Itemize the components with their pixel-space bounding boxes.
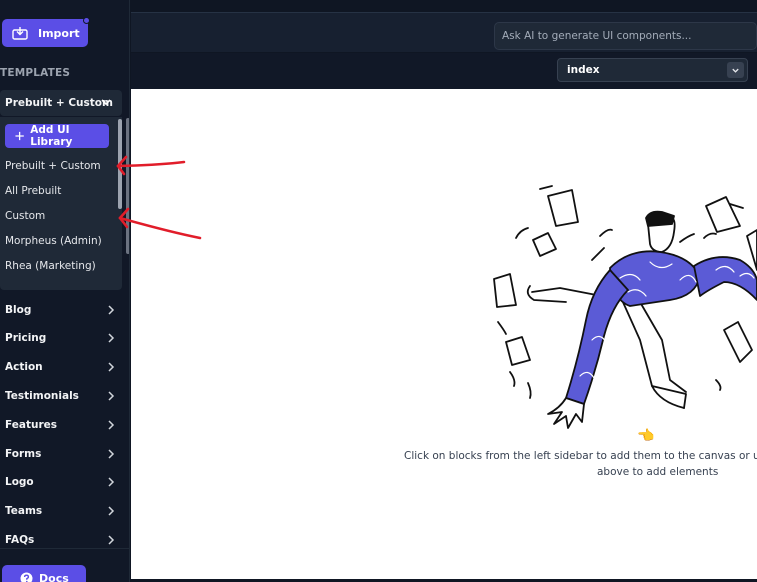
chevron-right-icon [108, 305, 115, 315]
dropdown-item-prebuilt-custom[interactable]: Prebuilt + Custom [5, 160, 101, 172]
chevron-right-icon [108, 449, 115, 459]
page-select-toggle[interactable] [727, 62, 744, 78]
category-pricing[interactable]: Pricing [0, 327, 122, 349]
page-select-value: index [567, 64, 600, 76]
docs-button[interactable]: Docs [2, 565, 86, 582]
category-blog[interactable]: Blog [0, 299, 122, 321]
dropdown-scrollbar[interactable] [118, 119, 122, 209]
chevron-right-icon [108, 420, 115, 430]
chevron-up-icon [101, 99, 111, 106]
chevron-right-icon [108, 477, 115, 487]
top-strip [131, 0, 757, 12]
category-label: Testimonials [5, 390, 79, 402]
editor-canvas[interactable] [131, 89, 757, 579]
category-teams[interactable]: Teams [0, 500, 122, 522]
docs-label: Docs [39, 571, 69, 582]
category-label: FAQs [5, 534, 35, 546]
library-select-value: Prebuilt + Custom [5, 97, 113, 109]
empty-canvas-hint: Click on blocks from the left sidebar to… [398, 448, 757, 480]
pointing-hand-icon: 👈 [637, 428, 655, 444]
dropdown-item-all-prebuilt[interactable]: All Prebuilt [5, 185, 61, 197]
category-label: Pricing [5, 332, 47, 344]
chevron-right-icon [108, 535, 115, 545]
add-ui-library-button[interactable]: Add UI Library [5, 124, 109, 148]
category-label: Action [5, 361, 43, 373]
templates-heading: TEMPLATES [0, 67, 71, 79]
category-label: Logo [5, 476, 34, 488]
add-ui-library-label: Add UI Library [30, 124, 73, 148]
page-select[interactable]: index [557, 58, 748, 82]
dropdown-item-morpheus[interactable]: Morpheus (Admin) [5, 235, 102, 247]
chevron-right-icon [108, 391, 115, 401]
sidebar-footer: Docs [0, 548, 129, 582]
chevron-right-icon [108, 362, 115, 372]
chevron-down-icon [732, 68, 739, 73]
hint-line-1: Click on blocks from the left sidebar to… [404, 450, 757, 462]
category-label: Forms [5, 448, 42, 460]
chevron-right-icon [108, 506, 115, 516]
library-select[interactable]: Prebuilt + Custom [0, 90, 122, 116]
app-window: Import TEMPLATES Prebuilt + Custom Add U… [0, 0, 757, 582]
import-icon [12, 27, 28, 40]
plus-icon [15, 131, 24, 141]
ai-prompt-input[interactable] [494, 22, 757, 50]
library-dropdown: Add UI Library Prebuilt + Custom All Pre… [0, 117, 122, 290]
category-features[interactable]: Features [0, 414, 122, 436]
category-action[interactable]: Action [0, 356, 122, 378]
category-testimonials[interactable]: Testimonials [0, 385, 122, 407]
import-label: Import [38, 26, 80, 40]
notification-dot [83, 17, 90, 24]
dropdown-item-rhea[interactable]: Rhea (Marketing) [5, 260, 96, 272]
sidebar: Import TEMPLATES Prebuilt + Custom Add U… [0, 0, 130, 582]
category-label: Features [5, 419, 57, 431]
dropdown-item-custom[interactable]: Custom [5, 210, 45, 222]
chevron-right-icon [108, 333, 115, 343]
category-logo[interactable]: Logo [0, 471, 122, 493]
import-button[interactable]: Import [2, 19, 88, 47]
category-label: Teams [5, 505, 43, 517]
question-icon [20, 572, 33, 582]
category-forms[interactable]: Forms [0, 443, 122, 465]
sidebar-scrollbar[interactable] [126, 118, 129, 254]
category-label: Blog [5, 304, 32, 316]
hint-line-2: above to add elements [597, 466, 719, 478]
